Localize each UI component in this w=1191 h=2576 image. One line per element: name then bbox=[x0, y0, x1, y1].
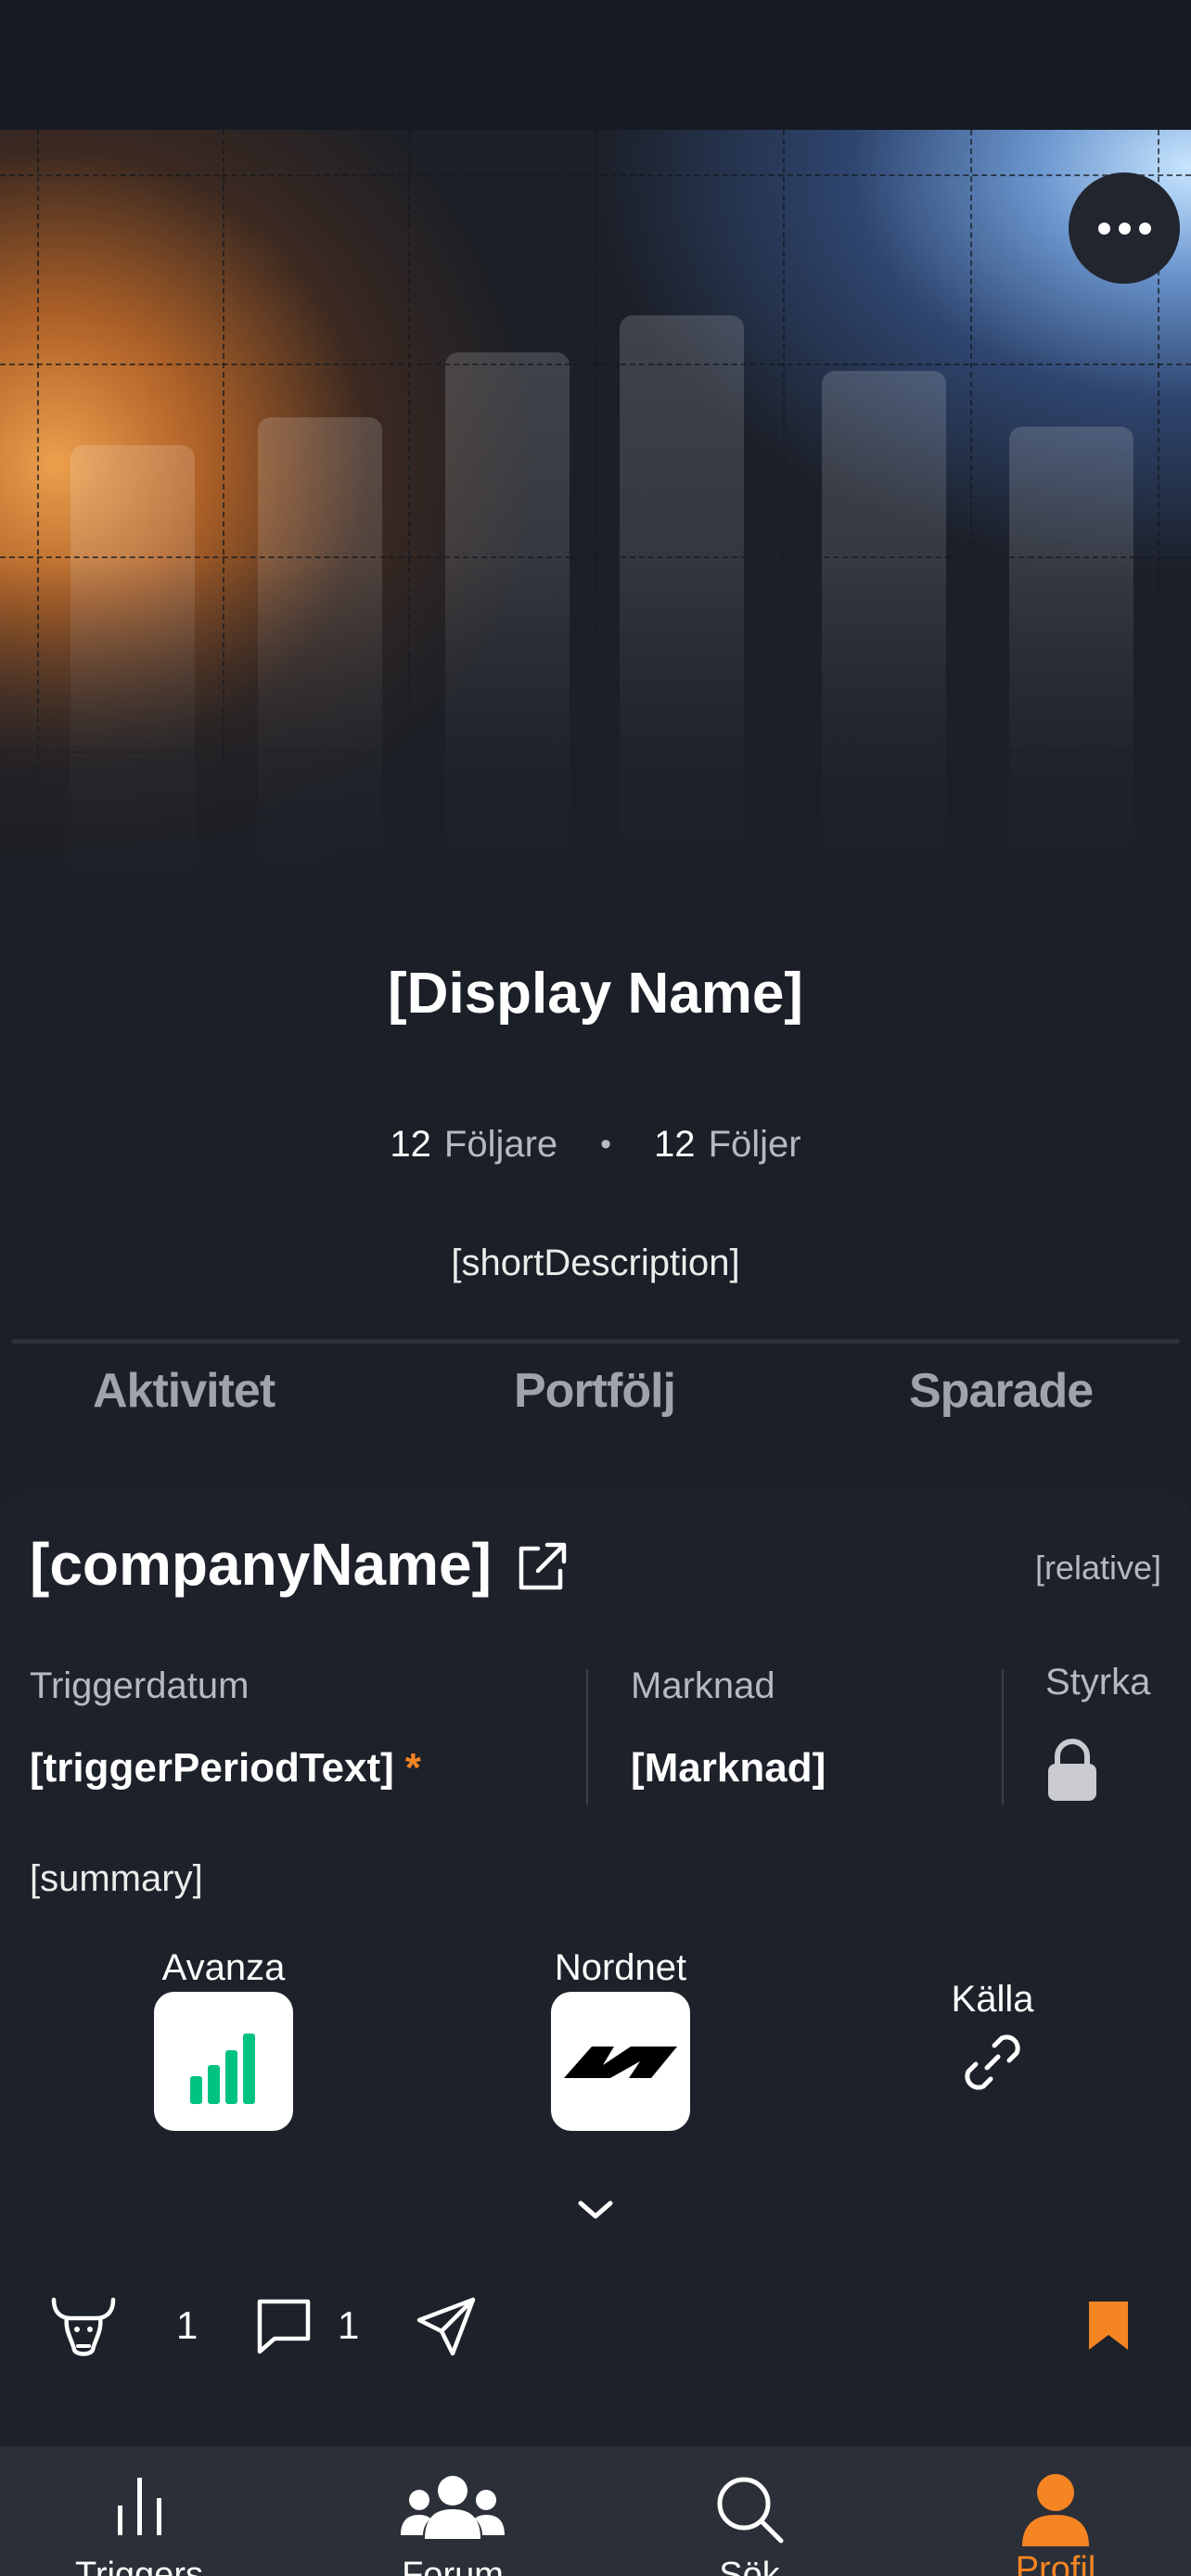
nordnet-label: Nordnet bbox=[554, 1947, 687, 1988]
relative-time: [relative] bbox=[1034, 1549, 1161, 1587]
stats-separator: • bbox=[600, 1127, 612, 1162]
profile-short-description: [shortDescription] bbox=[451, 1243, 740, 1283]
avanza-button[interactable] bbox=[154, 1992, 293, 2131]
comment-icon[interactable] bbox=[254, 2296, 314, 2355]
nav-search-label: Sök bbox=[719, 2556, 780, 2576]
profile-display-name: [Display Name] bbox=[388, 962, 803, 1026]
market-value: [Marknad] bbox=[631, 1745, 826, 1791]
nordnet-button[interactable] bbox=[551, 1992, 690, 2131]
following-count: 12 bbox=[654, 1124, 696, 1165]
users-icon bbox=[401, 2476, 505, 2539]
followers-count: 12 bbox=[390, 1124, 431, 1165]
following-stat[interactable]: 12 Följer bbox=[654, 1124, 801, 1166]
tab-portfolj[interactable]: Portfölj bbox=[514, 1363, 676, 1419]
trigger-date-label: Triggerdatum bbox=[30, 1665, 250, 1706]
column-divider bbox=[1002, 1669, 1004, 1804]
tab-sparade[interactable]: Sparade bbox=[909, 1363, 1094, 1419]
nav-profile[interactable]: Profil bbox=[954, 2446, 1158, 2576]
avanza-logo-icon bbox=[190, 2034, 255, 2104]
bookmark-icon[interactable] bbox=[1085, 2298, 1132, 2353]
trigger-period-value: [triggerPeriodText] * bbox=[30, 1745, 421, 1792]
profile-tabs: Aktivitet Portfölj Sparade bbox=[0, 1363, 1191, 1437]
external-link-icon[interactable] bbox=[512, 1537, 571, 1597]
lock-icon[interactable] bbox=[1043, 1736, 1102, 1803]
bull-icon[interactable] bbox=[48, 2294, 119, 2359]
strength-label: Styrka bbox=[1045, 1662, 1151, 1702]
followers-stat[interactable]: 12 Följare bbox=[390, 1124, 557, 1166]
nav-triggers-label: Triggers bbox=[75, 2556, 203, 2576]
market-label: Marknad bbox=[631, 1665, 775, 1706]
share-icon[interactable] bbox=[414, 2294, 479, 2359]
bull-count: 1 bbox=[176, 2303, 198, 2347]
nav-profile-label: Profil bbox=[1015, 2550, 1096, 2576]
nordnet-logo-icon bbox=[564, 2047, 677, 2078]
source-label: Källa bbox=[951, 1979, 1034, 2020]
comment-count: 1 bbox=[338, 2303, 360, 2347]
more-dots-icon bbox=[1097, 222, 1110, 235]
trigger-summary: [summary] bbox=[30, 1858, 203, 1899]
trigger-asterisk: * bbox=[404, 1745, 421, 1791]
chevron-down-icon[interactable] bbox=[575, 2196, 616, 2224]
company-name[interactable]: [companyName] bbox=[30, 1530, 492, 1599]
link-icon[interactable] bbox=[957, 2027, 1028, 2098]
bottom-navigation: Triggers Forum Sök Profil bbox=[0, 2446, 1191, 2576]
nav-forum-label: Forum bbox=[402, 2556, 504, 2576]
profile-cover-image bbox=[0, 130, 1191, 946]
status-bar-area bbox=[0, 0, 1191, 130]
search-icon bbox=[717, 2477, 784, 2544]
trigger-period-text: [triggerPeriodText] bbox=[30, 1745, 394, 1791]
follow-stats: 12 Följare • 12 Följer bbox=[0, 1124, 1191, 1166]
nav-search[interactable]: Sök bbox=[647, 2446, 852, 2576]
nav-triggers[interactable]: Triggers bbox=[37, 2446, 241, 2576]
more-options-button[interactable] bbox=[1069, 172, 1180, 284]
following-label: Följer bbox=[708, 1124, 801, 1165]
user-icon bbox=[1022, 2474, 1089, 2546]
nav-forum[interactable]: Forum bbox=[351, 2446, 555, 2576]
bar-chart-icon bbox=[118, 2478, 161, 2535]
column-divider bbox=[586, 1669, 588, 1804]
followers-label: Följare bbox=[443, 1124, 558, 1165]
tab-aktivitet[interactable]: Aktivitet bbox=[93, 1363, 275, 1419]
section-divider bbox=[11, 1339, 1180, 1344]
avanza-label: Avanza bbox=[161, 1947, 286, 1988]
